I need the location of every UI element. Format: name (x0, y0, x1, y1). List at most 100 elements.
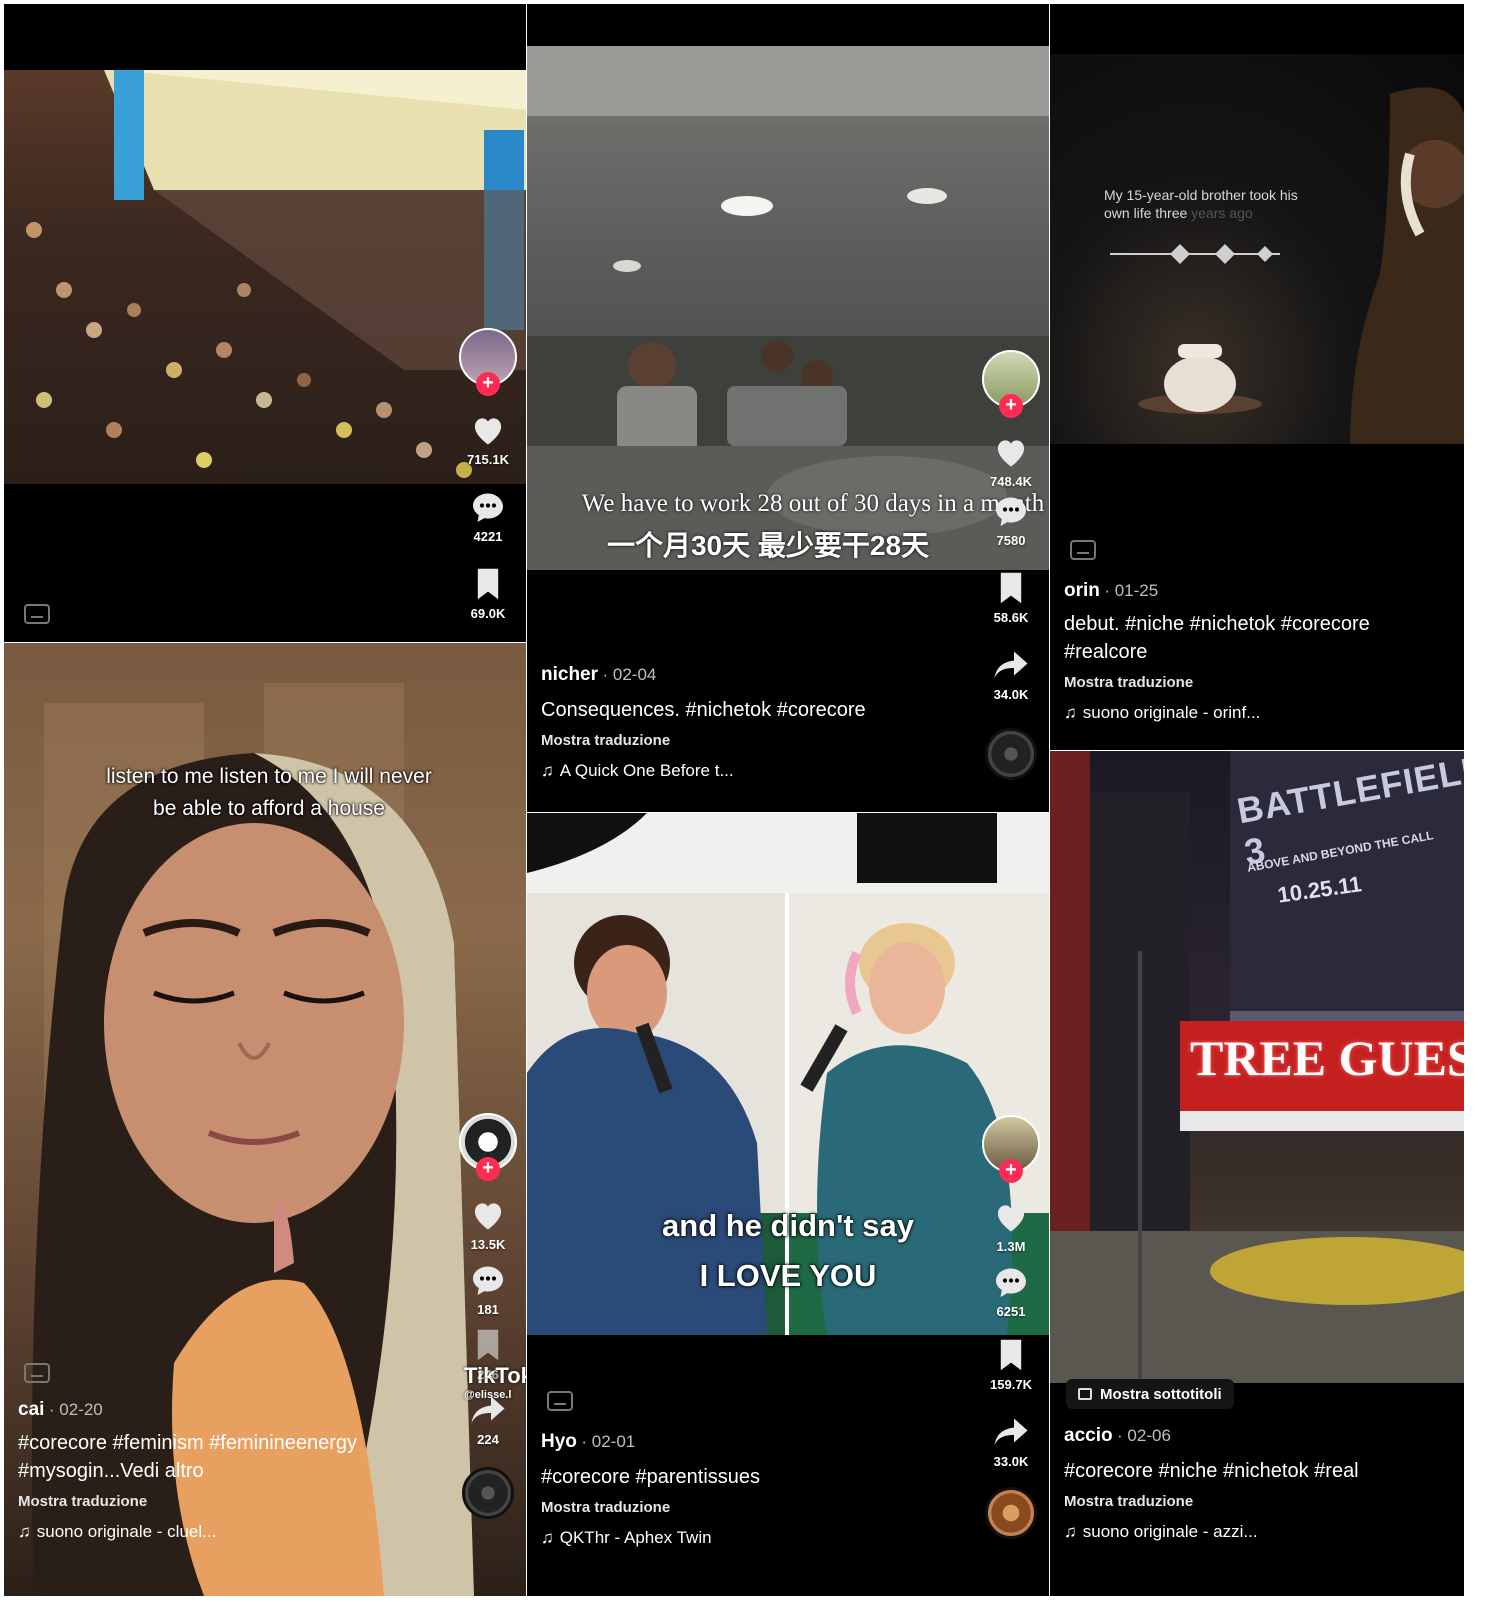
username[interactable]: nicher (541, 664, 598, 685)
like-count: 1.3M (996, 1239, 1026, 1254)
sound-link[interactable]: ♫ QKThr - Aphex Twin (541, 1528, 979, 1548)
description: #corecore #parentissues (541, 1466, 761, 1488)
subtitle-chinese: 一个月30天 最少要干28天 (606, 530, 930, 561)
video-tile-3[interactable]: My 15-year-old brother took his own life… (1050, 4, 1464, 750)
share-action[interactable]: 34.0K (991, 647, 1031, 702)
bookmark-icon (991, 570, 1031, 606)
share-action[interactable]: 33.0K (991, 1414, 1031, 1469)
sound-name: suono originale - cluel... (36, 1522, 217, 1541)
show-translation-link[interactable]: Mostra traduzione (541, 732, 979, 749)
like-action[interactable]: 1.3M (991, 1199, 1031, 1254)
username[interactable]: accio (1064, 1425, 1113, 1446)
like-action[interactable]: 748.4K (990, 434, 1032, 489)
video-tile-6[interactable]: BATTLEFIELD 3 ABOVE AND BEYOND THE CALL … (1050, 751, 1464, 1596)
share-arrow-icon (991, 647, 1031, 683)
comment-icon (468, 489, 508, 525)
crowd-video[interactable] (4, 70, 526, 484)
follow-plus-icon[interactable]: + (476, 372, 500, 396)
creator-avatar[interactable]: + (982, 350, 1040, 418)
follow-plus-icon[interactable]: + (476, 1157, 500, 1181)
video-tile-1[interactable]: + 715.1K 4221 69.0K (4, 4, 526, 642)
overlay-line-2: I LOVE YOU (699, 1258, 877, 1293)
follow-plus-icon[interactable]: + (999, 1159, 1023, 1183)
save-action[interactable]: 246 (468, 1327, 508, 1382)
bookmark-icon (468, 1327, 508, 1363)
like-action[interactable]: 715.1K (467, 412, 509, 467)
music-disc-icon[interactable] (985, 1487, 1037, 1539)
captions-icon[interactable] (24, 604, 50, 624)
like-count: 715.1K (467, 452, 509, 467)
creator-avatar[interactable]: + (459, 328, 517, 396)
overlay-caption: and he didn't say I LOVE YOU (527, 1201, 1049, 1301)
music-disc-icon[interactable] (462, 1467, 514, 1519)
music-disc-icon[interactable] (985, 728, 1037, 780)
factory-video[interactable]: We have to work 28 out of 30 days in a m… (527, 46, 1049, 570)
overlay-caption: listen to me listen to me I will never b… (106, 765, 432, 820)
username[interactable]: orin (1064, 580, 1100, 601)
phone-scene (1110, 87, 1464, 444)
save-count: 246 (477, 1367, 499, 1382)
action-sidebar: + 13.5K 181 246 224 (458, 1113, 518, 1519)
share-action[interactable]: 224 (468, 1392, 508, 1447)
video-meta: orin · 01-25 debut. #niche #nichetok #co… (1064, 580, 1444, 723)
music-note-icon: ♫ (1064, 1522, 1077, 1541)
username[interactable]: Hyo (541, 1431, 577, 1452)
creator-avatar[interactable]: + (459, 1113, 517, 1181)
show-translation-link[interactable]: Mostra traduzione (1064, 674, 1444, 691)
phone-video[interactable]: My 15-year-old brother took his own life… (1050, 54, 1464, 444)
music-note-icon: ♫ (1064, 703, 1077, 722)
post-date: · 01-25 (1104, 581, 1159, 600)
comment-action[interactable]: 7580 (991, 493, 1031, 548)
video-meta: Hyo · 02-01 #corecore #parentissues Most… (541, 1431, 979, 1548)
video-tile-2[interactable]: We have to work 28 out of 30 days in a m… (527, 4, 1049, 812)
heart-icon (991, 1199, 1031, 1235)
heart-icon (991, 434, 1031, 470)
sound-link[interactable]: ♫ suono originale - cluel... (18, 1522, 416, 1542)
comment-count: 4221 (473, 529, 503, 544)
captions-icon[interactable] (547, 1391, 573, 1411)
sound-link[interactable]: ♫ suono originale - azzi... (1064, 1522, 1444, 1542)
music-note-icon: ♫ (18, 1522, 31, 1541)
heart-icon (468, 412, 508, 448)
sound-name: suono originale - orinf... (1082, 703, 1261, 722)
description: #corecore #feminism #feminineenergy #mys… (18, 1432, 358, 1482)
show-subtitles-button[interactable]: Mostra sottotitoli (1066, 1379, 1234, 1409)
timesquare-video[interactable]: BATTLEFIELD 3 ABOVE AND BEYOND THE CALL … (1050, 751, 1464, 1383)
subtitle-english: We have to work 28 out of 30 days in a m… (581, 490, 1045, 517)
sound-link[interactable]: ♫ A Quick One Before t... (541, 761, 979, 781)
post-date: · 02-01 (581, 1432, 636, 1451)
video-meta: cai · 02-20 #corecore #feminism #feminin… (18, 1399, 416, 1542)
show-translation-link[interactable]: Mostra traduzione (18, 1493, 416, 1510)
save-action[interactable]: 159.7K (990, 1337, 1032, 1392)
creator-avatar[interactable]: + (982, 1115, 1040, 1183)
follow-plus-icon[interactable]: + (999, 394, 1023, 418)
share-count: 224 (477, 1432, 499, 1447)
sound-link[interactable]: ♫ suono originale - orinf... (1064, 703, 1444, 723)
save-count: 69.0K (470, 606, 506, 621)
heart-icon (468, 1197, 508, 1233)
comment-action[interactable]: 181 (468, 1262, 508, 1317)
captions-icon[interactable] (24, 1363, 50, 1383)
video-tile-5[interactable]: and he didn't say I LOVE YOU Hyo · 02-01… (527, 813, 1049, 1596)
save-action[interactable]: 69.0K (468, 566, 508, 621)
username[interactable]: cai (18, 1399, 44, 1420)
description: Consequences. #nichetok #corecore (541, 699, 866, 721)
bookmark-icon (468, 566, 508, 602)
comment-action[interactable]: 6251 (991, 1264, 1031, 1319)
crowd-scene (26, 70, 526, 478)
save-count: 159.7K (990, 1377, 1032, 1392)
like-action[interactable]: 13.5K (468, 1197, 508, 1252)
sound-name: QKThr - Aphex Twin (559, 1528, 712, 1547)
captions-icon[interactable] (1070, 540, 1096, 560)
save-action[interactable]: 58.6K (991, 570, 1031, 625)
podcast-video[interactable]: and he didn't say I LOVE YOU (527, 813, 1049, 1335)
action-sidebar: + 748.4K 7580 58.6K 34.0K (981, 350, 1041, 780)
video-tile-4[interactable]: listen to me listen to me I will never b… (4, 643, 526, 1596)
overlay-line-1: and he didn't say (662, 1208, 914, 1243)
post-date: · 02-06 (1117, 1426, 1171, 1445)
like-count: 13.5K (470, 1237, 506, 1252)
show-translation-link[interactable]: Mostra traduzione (1064, 1493, 1444, 1510)
show-translation-link[interactable]: Mostra traduzione (541, 1499, 979, 1516)
share-count: 34.0K (993, 687, 1029, 702)
comment-action[interactable]: 4221 (468, 489, 508, 544)
